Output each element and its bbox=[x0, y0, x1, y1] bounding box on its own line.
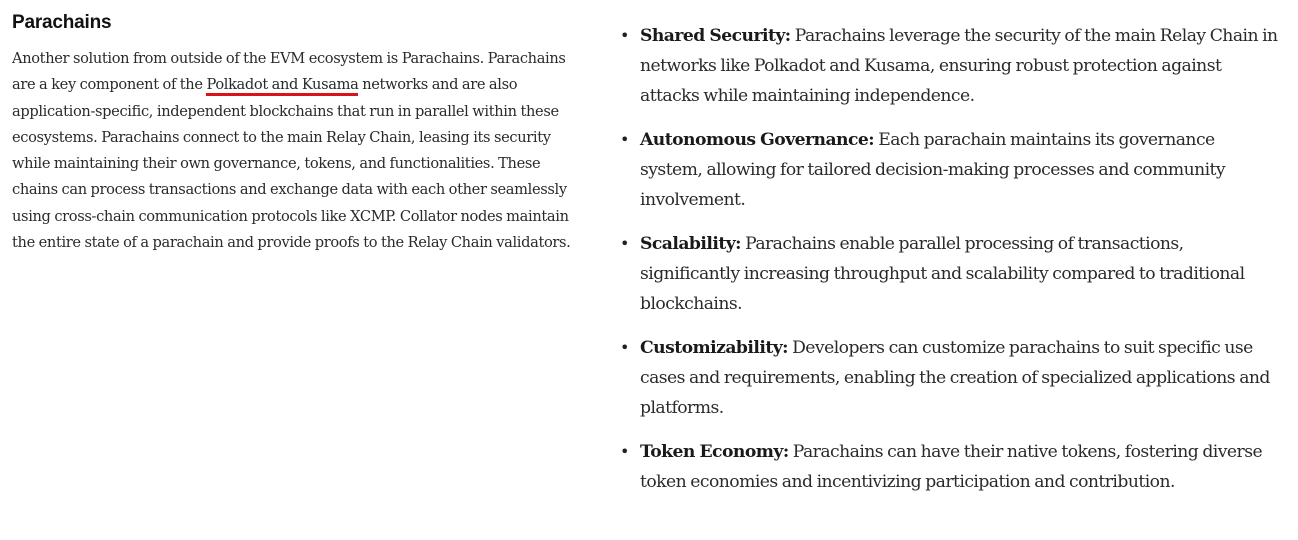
section-heading: Parachains bbox=[12, 12, 112, 33]
parachains-section: Parachains Another solution from outside… bbox=[12, 10, 574, 256]
feature-item-token-economy: • Token Economy: Parachains can have the… bbox=[620, 437, 1280, 497]
feature-list: • Shared Security: Parachains leverage t… bbox=[620, 21, 1280, 497]
feature-term: Token Economy: bbox=[640, 442, 789, 462]
feature-item-shared-security: • Shared Security: Parachains leverage t… bbox=[620, 21, 1280, 112]
feature-term: Autonomous Governance: bbox=[640, 130, 875, 150]
bullet-icon: • bbox=[620, 442, 629, 461]
feature-term: Shared Security: bbox=[640, 26, 791, 46]
feature-term: Customizability: bbox=[640, 338, 789, 358]
feature-item-scalability: • Scalability: Parachains enable paralle… bbox=[620, 229, 1280, 320]
feature-item-autonomous-governance: • Autonomous Governance: Each parachain … bbox=[620, 125, 1280, 216]
bullet-icon: • bbox=[620, 234, 629, 253]
feature-item-customizability: • Customizability: Developers can custom… bbox=[620, 333, 1280, 424]
section-paragraph: Another solution from outside of the EVM… bbox=[12, 46, 574, 256]
polkadot-kusama-link[interactable]: Polkadot and Kusama bbox=[206, 76, 359, 97]
bullet-icon: • bbox=[620, 338, 629, 357]
feature-term: Scalability: bbox=[640, 234, 742, 254]
features-section: • Shared Security: Parachains leverage t… bbox=[620, 21, 1280, 511]
bullet-icon: • bbox=[620, 130, 629, 149]
paragraph-text-after-link: networks and are also application-specif… bbox=[12, 76, 571, 252]
bullet-icon: • bbox=[620, 26, 629, 45]
